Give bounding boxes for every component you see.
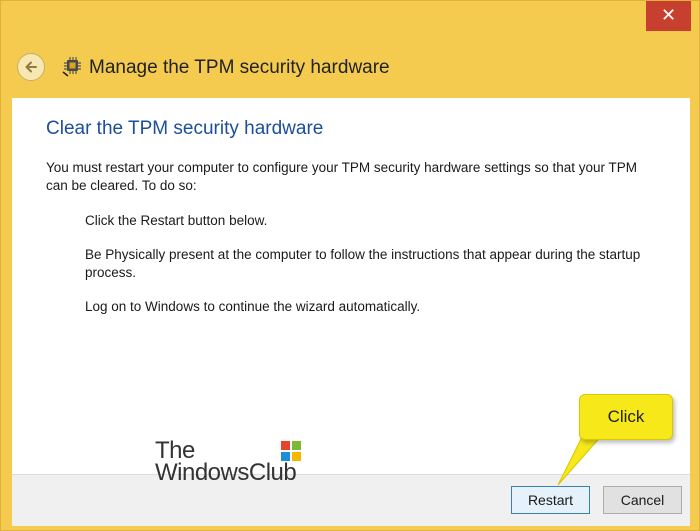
watermark-logo: The WindowsClub [155, 437, 305, 491]
intro-text: You must restart your computer to config… [46, 160, 638, 193]
cancel-button[interactable]: Cancel [603, 486, 682, 514]
tpm-chip-icon [62, 57, 81, 77]
window-title: Manage the TPM security hardware [89, 57, 390, 78]
back-arrow-icon [25, 61, 37, 73]
close-button[interactable]: ✕ [646, 1, 691, 31]
windows-flag-icon [281, 441, 301, 461]
back-button[interactable] [17, 53, 45, 81]
click-callout: Click [579, 394, 673, 440]
step-item: Be Physically present at the computer to… [85, 247, 641, 280]
restart-button[interactable]: Restart [511, 486, 590, 514]
close-icon: ✕ [660, 5, 677, 26]
watermark-line2: WindowsClub [155, 459, 297, 486]
page-heading: Clear the TPM security hardware [46, 118, 324, 139]
callout-text: Click [607, 407, 645, 426]
step-item: Click the Restart button below. [85, 213, 268, 228]
dialog-window: ✕ Manage the TPM security hardware Clear… [0, 0, 700, 531]
callout-pointer [557, 432, 606, 486]
step-item: Log on to Windows to continue the wizard… [85, 299, 421, 314]
title-bar: Manage the TPM security hardware [1, 33, 700, 99]
steps-list: Click the Restart button below. Be Physi… [85, 212, 645, 332]
